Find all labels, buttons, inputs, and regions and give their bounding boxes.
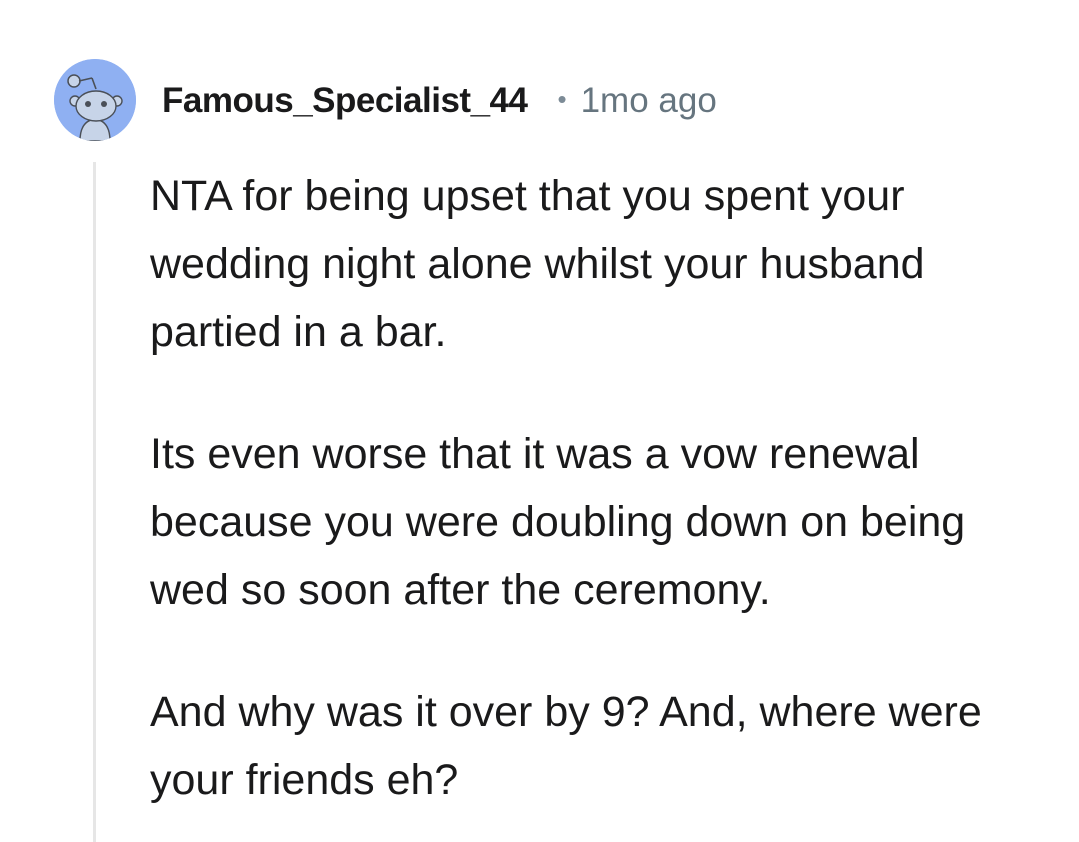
timestamp[interactable]: 1mo ago xyxy=(581,81,717,121)
username[interactable]: Famous_Specialist_44 xyxy=(162,81,528,121)
comment-body: NTA for being upset that you spent your … xyxy=(150,162,1050,814)
meta-separator: • xyxy=(557,83,567,114)
reddit-snoo-avatar-icon xyxy=(54,59,136,141)
comment-paragraph: Its even worse that it was a vow renewal… xyxy=(150,430,966,614)
comment-paragraph: And why was it over by 9? And, where wer… xyxy=(150,688,982,804)
comment-meta: Famous_Specialist_44 • 1mo ago xyxy=(162,78,717,124)
comment-paragraph: NTA for being upset that you spent your … xyxy=(150,172,925,356)
comment: Famous_Specialist_44 • 1mo ago NTA for b… xyxy=(0,0,1079,842)
avatar[interactable] xyxy=(54,59,136,141)
thread-collapse-line[interactable] xyxy=(93,162,96,842)
